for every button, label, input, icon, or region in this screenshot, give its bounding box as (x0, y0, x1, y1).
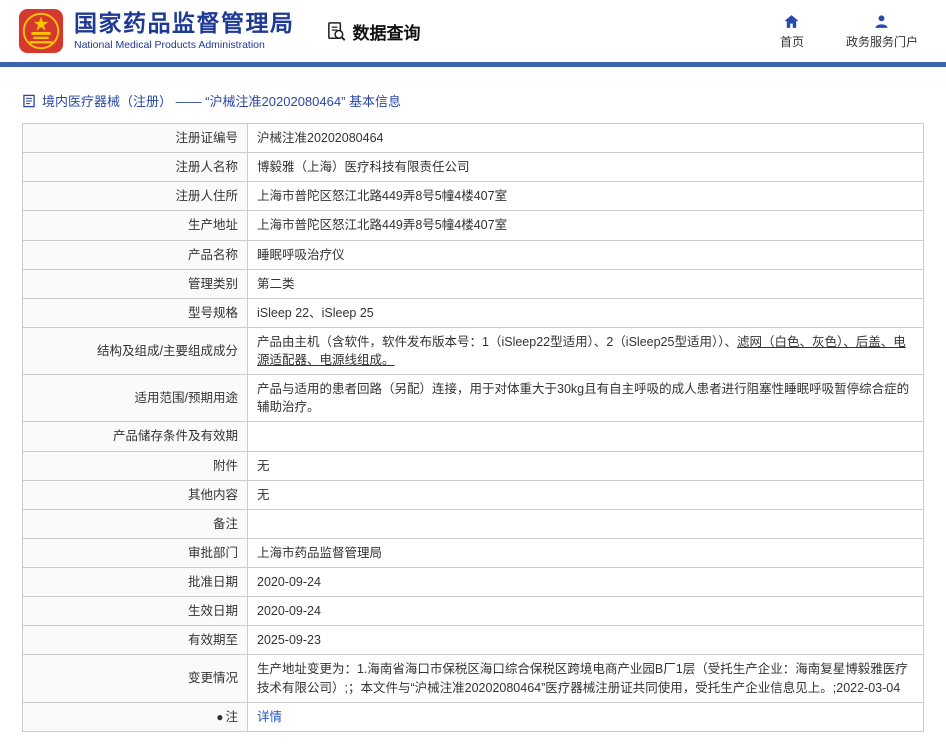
row-value: 博毅雅（上海）医疗科技有限责任公司 (248, 153, 924, 182)
row-label: 变更情况 (23, 655, 248, 702)
row-value: 无 (248, 451, 924, 480)
table-row: ●注 详情 (23, 702, 924, 731)
data-query-label: 数据查询 (353, 19, 421, 44)
row-label: 管理类别 (23, 269, 248, 298)
row-value: 无 (248, 480, 924, 509)
org-name-cn: 国家药品监督管理局 (74, 11, 295, 36)
row-label: 审批部门 (23, 538, 248, 567)
row-value: 产品由主机（含软件，软件发布版本号：1（iSleep22型适用）、2（iSlee… (248, 327, 924, 374)
row-value: 上海市普陀区怒江北路449弄8号5幢4楼407室 (248, 182, 924, 211)
row-value (248, 422, 924, 451)
detail-link[interactable]: 详情 (257, 710, 282, 724)
nav-home[interactable]: 首页 (774, 13, 810, 50)
row-label: 适用范围/预期用途 (23, 375, 248, 422)
row-label: 其他内容 (23, 480, 248, 509)
row-value: 第二类 (248, 269, 924, 298)
row-value: 产品与适用的患者回路（另配）连接，用于对体重大于30kg且有自主呼吸的成人患者进… (248, 375, 924, 422)
row-value: 2020-09-24 (248, 597, 924, 626)
row-label: 批准日期 (23, 568, 248, 597)
table-row: 注册人名称 博毅雅（上海）医疗科技有限责任公司 (23, 153, 924, 182)
table-row: 型号规格 iSleep 22、iSleep 25 (23, 298, 924, 327)
row-label: 产品名称 (23, 240, 248, 269)
nav-home-label: 首页 (780, 33, 804, 50)
row-label: 生产地址 (23, 211, 248, 240)
table-row: 产品储存条件及有效期 (23, 422, 924, 451)
row-label: 附件 (23, 451, 248, 480)
header-right-nav: 首页 政务服务门户 (774, 13, 918, 50)
row-value: 上海市普陀区怒江北路449弄8号5幢4楼407室 (248, 211, 924, 240)
row-value: 2025-09-23 (248, 626, 924, 655)
breadcrumb: 境内医疗器械（注册） —— “沪械注准20202080464” 基本信息 (22, 91, 924, 110)
table-row: 结构及组成/主要组成成分 产品由主机（含软件，软件发布版本号：1（iSleep2… (23, 327, 924, 374)
nav-portal[interactable]: 政务服务门户 (846, 13, 918, 50)
composition-text: 产品由主机（含软件，软件发布版本号：1（iSleep22型适用）、2（iSlee… (257, 335, 737, 349)
nmpa-logo[interactable]: 国家药品监督管理局 National Medical Products Admi… (18, 8, 295, 54)
table-row: 注册证编号 沪械注准20202080464 (23, 124, 924, 153)
table-row: 备注 (23, 509, 924, 538)
row-label: 备注 (23, 509, 248, 538)
table-row: 产品名称 睡眠呼吸治疗仪 (23, 240, 924, 269)
table-row: 审批部门 上海市药品监督管理局 (23, 538, 924, 567)
row-label: 结构及组成/主要组成成分 (23, 327, 248, 374)
home-icon (783, 13, 800, 30)
row-value: 2020-09-24 (248, 568, 924, 597)
row-value: 上海市药品监督管理局 (248, 538, 924, 567)
row-label: 产品储存条件及有效期 (23, 422, 248, 451)
note-bullet-icon: ● (216, 710, 223, 724)
main-content: 境内医疗器械（注册） —— “沪械注准20202080464” 基本信息 注册证… (0, 67, 946, 744)
row-value: 沪械注准20202080464 (248, 124, 924, 153)
note-label: 注 (225, 710, 238, 724)
table-row: 附件 无 (23, 451, 924, 480)
org-names: 国家药品监督管理局 National Medical Products Admi… (74, 11, 295, 51)
table-row: 注册人住所 上海市普陀区怒江北路449弄8号5幢4楼407室 (23, 182, 924, 211)
row-label: 型号规格 (23, 298, 248, 327)
table-row: 批准日期 2020-09-24 (23, 568, 924, 597)
document-search-icon (325, 20, 348, 43)
table-row: 变更情况 生产地址变更为：1.海南省海口市保税区海口综合保税区跨境电商产业园B厂… (23, 655, 924, 702)
table-row: 适用范围/预期用途 产品与适用的患者回路（另配）连接，用于对体重大于30kg且有… (23, 375, 924, 422)
table-row: 管理类别 第二类 (23, 269, 924, 298)
registration-info-table: 注册证编号 沪械注准20202080464 注册人名称 博毅雅（上海）医疗科技有… (22, 123, 924, 732)
breadcrumb-text: 境内医疗器械（注册） —— “沪械注准20202080464” 基本信息 (42, 91, 401, 110)
document-icon (22, 94, 36, 108)
row-label: ●注 (23, 702, 248, 731)
table-row: 其他内容 无 (23, 480, 924, 509)
row-value: iSleep 22、iSleep 25 (248, 298, 924, 327)
row-label: 有效期至 (23, 626, 248, 655)
row-label: 注册人名称 (23, 153, 248, 182)
row-value (248, 509, 924, 538)
row-value: 睡眠呼吸治疗仪 (248, 240, 924, 269)
table-row: 生产地址 上海市普陀区怒江北路449弄8号5幢4楼407室 (23, 211, 924, 240)
org-name-en: National Medical Products Administration (74, 39, 295, 51)
row-value: 详情 (248, 702, 924, 731)
row-label: 注册人住所 (23, 182, 248, 211)
table-row: 生效日期 2020-09-24 (23, 597, 924, 626)
nav-portal-label: 政务服务门户 (846, 33, 918, 50)
row-label: 生效日期 (23, 597, 248, 626)
national-emblem-icon (18, 8, 64, 54)
table-row: 有效期至 2025-09-23 (23, 626, 924, 655)
person-icon (873, 13, 890, 30)
header: 国家药品监督管理局 National Medical Products Admi… (0, 0, 946, 62)
row-value: 生产地址变更为：1.海南省海口市保税区海口综合保税区跨境电商产业园B厂1层（受托… (248, 655, 924, 702)
row-label: 注册证编号 (23, 124, 248, 153)
data-query-nav[interactable]: 数据查询 (325, 19, 421, 44)
